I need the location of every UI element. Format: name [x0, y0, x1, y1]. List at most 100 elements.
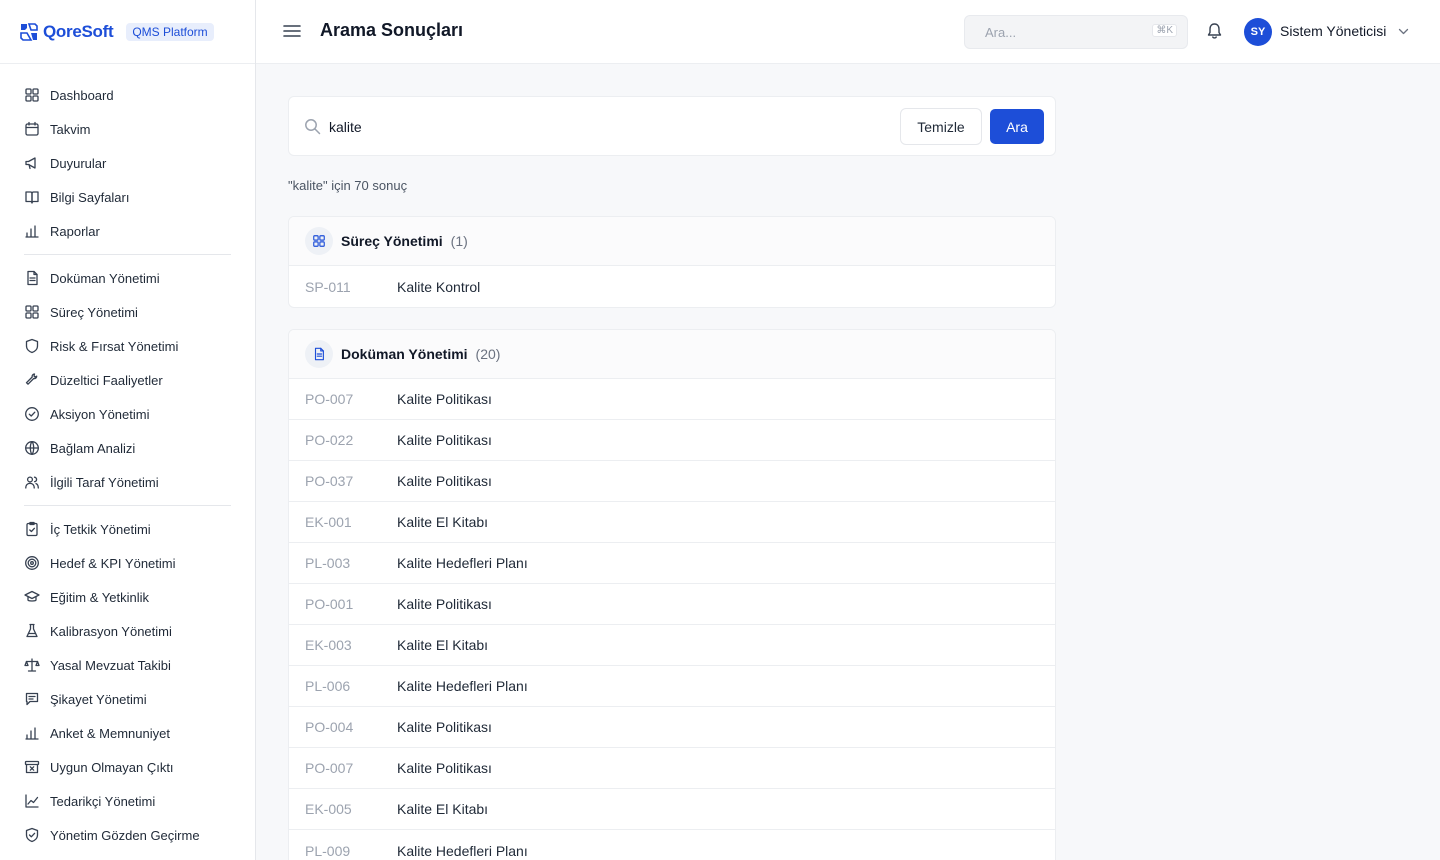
bar-chart-icon [25, 727, 39, 740]
sidebar-item-1-0[interactable]: Doküman Yönetimi [24, 261, 231, 295]
sidebar-item-1-1[interactable]: Süreç Yönetimi [24, 295, 231, 329]
result-code: EK-003 [305, 637, 352, 653]
sidebar-item-0-3[interactable]: Bilgi Sayfaları [24, 180, 231, 214]
global-search[interactable]: ⌘K [964, 15, 1188, 49]
result-code: PO-037 [305, 473, 354, 489]
result-row[interactable]: SP-011 Kalite Kontrol [289, 266, 1055, 307]
book-icon [25, 191, 39, 204]
grid-icon [25, 88, 39, 102]
result-code: SP-011 [305, 278, 351, 295]
user-avatar[interactable]: SY [1244, 18, 1272, 46]
scale-icon [24, 658, 40, 672]
result-row[interactable]: PL-003 Kalite Hedefleri Planı [289, 543, 1055, 584]
result-title: Kalite Hedefleri Planı [397, 842, 528, 859]
search-button[interactable]: Ara [990, 109, 1044, 144]
check-circle-icon [25, 407, 39, 421]
sidebar-item-0-1[interactable]: Takvim [24, 112, 231, 146]
result-row[interactable]: EK-003 Kalite El Kitabı [289, 625, 1055, 666]
sidebar-item-label: Takvim [50, 121, 91, 137]
result-row[interactable]: PO-004 Kalite Politikası [289, 707, 1055, 748]
sidebar-item-label: Hedef & KPI Yönetimi [50, 555, 176, 571]
sidebar-item-2-1[interactable]: Hedef & KPI Yönetimi [24, 546, 231, 580]
sidebar-item-2-7[interactable]: Uygun Olmayan Çıktı [24, 750, 231, 784]
result-title: Kalite Kontrol [397, 278, 481, 295]
sidebar-item-label: Düzeltici Faaliyetler [50, 372, 163, 388]
sidebar-item-2-2[interactable]: Eğitim & Yetkinlik [24, 580, 231, 614]
result-row[interactable]: PO-022 Kalite Politikası [289, 420, 1055, 461]
search-bar: Temizle Ara [288, 96, 1056, 156]
qoresoft-logo-icon [20, 22, 38, 41]
sidebar-item-1-6[interactable]: İlgili Taraf Yönetimi [24, 465, 231, 499]
sidebar-item-label: Yönetim Gözden Geçirme [50, 827, 200, 843]
result-row[interactable]: PL-006 Kalite Hedefleri Planı [289, 666, 1055, 707]
result-row[interactable]: PO-001 Kalite Politikası [289, 584, 1055, 625]
sidebar-item-2-0[interactable]: İç Tetkik Yönetimi [24, 512, 231, 546]
result-row[interactable]: PO-037 Kalite Politikası [289, 461, 1055, 502]
result-code: EK-005 [305, 801, 352, 817]
sidebar-item-label: Aksiyon Yönetimi [50, 406, 150, 422]
bell-icon[interactable] [1206, 22, 1223, 40]
sidebar-item-2-5[interactable]: Şikayet Yönetimi [24, 682, 231, 716]
wrench-icon [25, 373, 38, 385]
platform-badge: QMS Platform [126, 22, 214, 41]
result-title: Kalite El Kitabı [397, 801, 489, 817]
message-icon [25, 692, 39, 706]
sidebar-item-1-4[interactable]: Aksiyon Yönetimi [24, 397, 231, 431]
page-title: Arama Sonuçları [320, 20, 464, 40]
result-group-title: Süreç Yönetimi [341, 233, 443, 249]
result-row[interactable]: PO-007 Kalite Politikası [289, 379, 1055, 420]
result-title: Kalite Hedefleri Planı [397, 555, 528, 571]
hamburger-menu-icon[interactable] [283, 22, 301, 40]
result-row[interactable]: PL-009 Kalite Hedefleri Planı [289, 830, 1055, 860]
result-code: PO-022 [305, 432, 354, 448]
sidebar-item-label: Eğitim & Yetkinlik [50, 589, 149, 605]
sidebar-item-2-4[interactable]: Yasal Mevzuat Takibi [24, 648, 231, 682]
sidebar-item-1-5[interactable]: Bağlam Analizi [24, 431, 231, 465]
result-group-header: Doküman Yönetimi (20) [289, 330, 1055, 379]
clear-button[interactable]: Temizle [900, 108, 982, 145]
result-row[interactable]: EK-001 Kalite El Kitabı [289, 502, 1055, 543]
result-code: PL-009 [305, 842, 351, 859]
result-row[interactable]: EK-005 Kalite El Kitabı [289, 789, 1055, 830]
result-row[interactable]: PO-007 Kalite Politikası [289, 748, 1055, 789]
calendar-icon [25, 121, 39, 136]
document-icon [27, 270, 38, 286]
users-icon [25, 476, 39, 489]
result-code: EK-001 [305, 514, 352, 530]
result-title: Kalite El Kitabı [397, 514, 489, 530]
chevron-down-icon[interactable] [1398, 27, 1409, 36]
sidebar-item-label: Duyurular [50, 155, 107, 171]
sidebar-item-2-3[interactable]: Kalibrasyon Yönetimi [24, 614, 231, 648]
sidebar-item-0-4[interactable]: Raporlar [24, 214, 231, 248]
result-title: Kalite Politikası [397, 473, 492, 489]
sidebar-item-1-3[interactable]: Düzeltici Faaliyetler [24, 363, 231, 397]
globe-icon [25, 441, 39, 455]
sidebar-item-2-8[interactable]: Tedarikçi Yönetimi [24, 784, 231, 818]
result-title: Kalite Politikası [397, 760, 492, 776]
result-code: PO-004 [305, 719, 354, 735]
group-icon-badge [305, 227, 333, 255]
sidebar-item-label: Şikayet Yönetimi [50, 691, 147, 707]
shield-check-icon [25, 827, 39, 843]
result-title: Kalite Hedefleri Planı [397, 678, 528, 694]
result-title: Kalite Politikası [397, 391, 492, 407]
sidebar-item-label: Risk & Fırsat Yönetimi [50, 338, 179, 354]
sidebar-item-1-2[interactable]: Risk & Fırsat Yönetimi [24, 329, 231, 363]
sidebar-item-0-2[interactable]: Duyurular [24, 146, 231, 180]
result-title: Kalite Politikası [397, 719, 492, 735]
global-search-input[interactable] [985, 24, 1135, 40]
sidebar-item-label: Raporlar [50, 223, 100, 239]
sidebar-item-2-9[interactable]: Yönetim Gözden Geçirme [24, 818, 231, 852]
result-groups: Süreç Yönetimi (1) SP-011 Kalite Kontrol Dok… [288, 216, 1056, 860]
line-chart-icon [25, 794, 39, 808]
sidebar-item-label: Uygun Olmayan Çıktı [50, 759, 174, 775]
shortcut-hint: ⌘K [1152, 24, 1177, 37]
search-icon [305, 119, 321, 135]
bar-chart-icon [25, 225, 39, 238]
target-icon [25, 556, 39, 570]
brand-logo[interactable]: QoreSoft [19, 22, 114, 42]
sidebar-item-2-6[interactable]: Anket & Memnuniyet [24, 716, 231, 750]
sidebar-item-0-0[interactable]: Dashboard [24, 78, 231, 112]
user-name[interactable]: Sistem Yöneticisi [1280, 23, 1386, 39]
search-input[interactable] [329, 116, 869, 138]
